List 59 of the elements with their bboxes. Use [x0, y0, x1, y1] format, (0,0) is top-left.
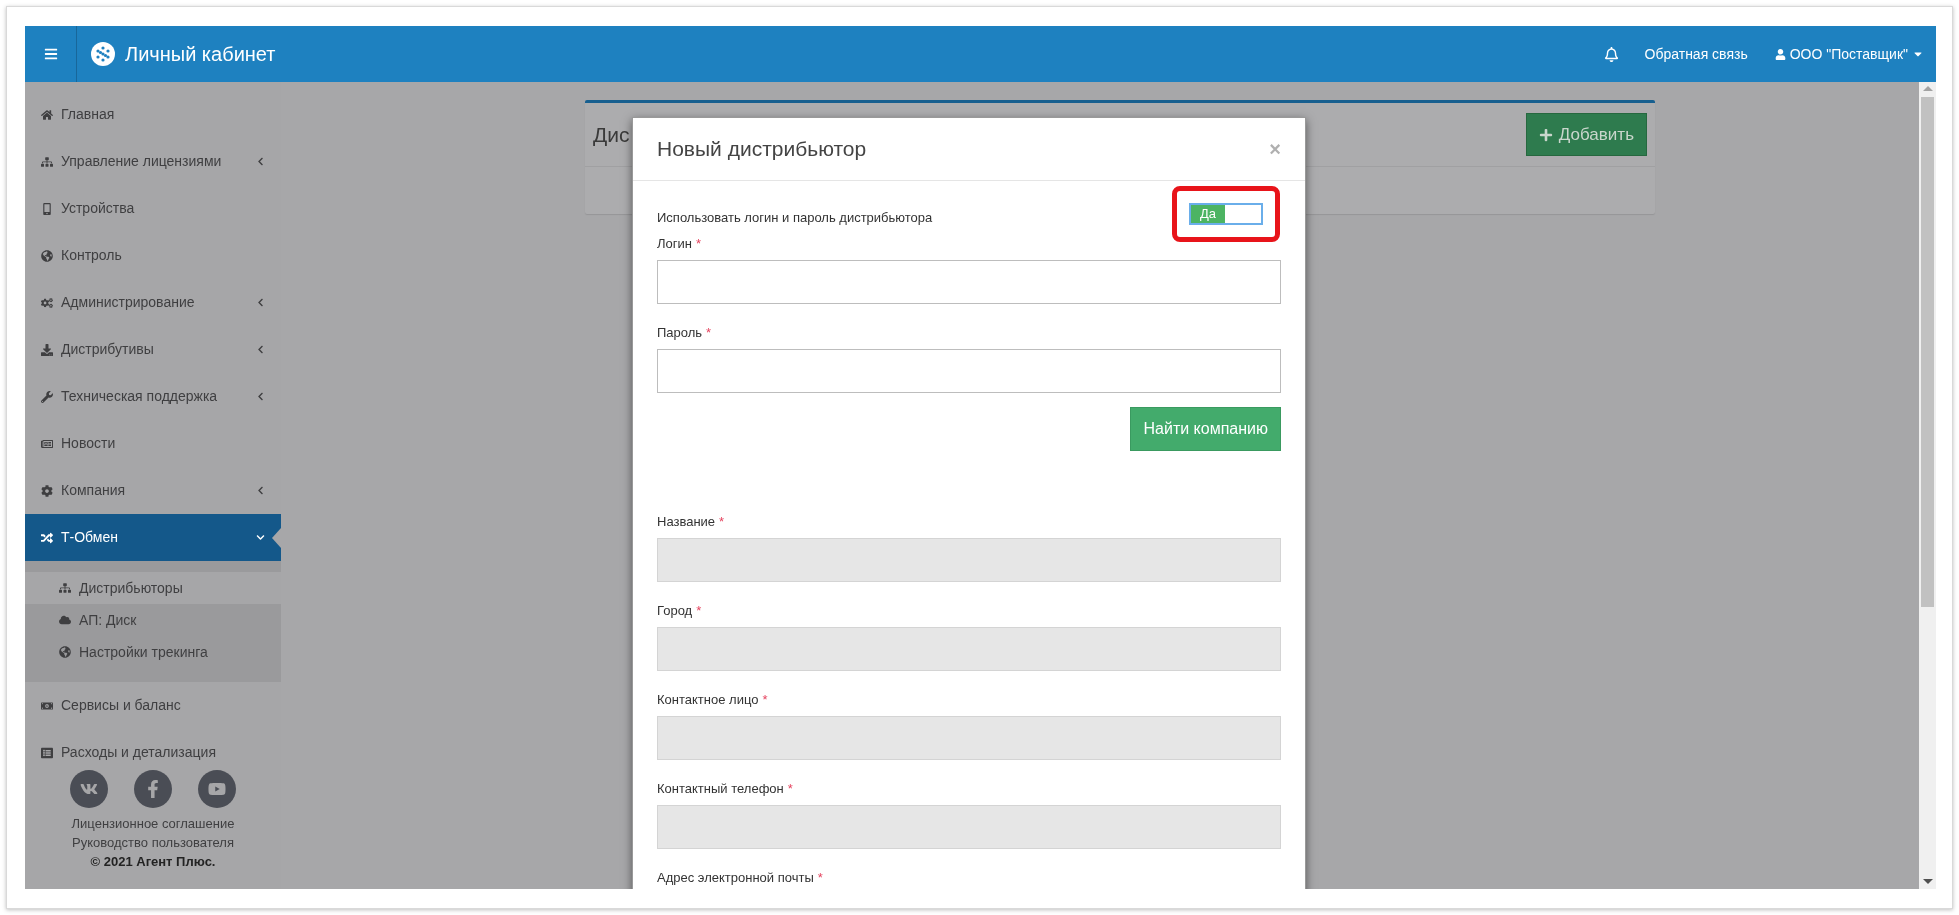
field-label: Название *: [657, 514, 725, 529]
youtube-icon[interactable]: [198, 770, 236, 808]
sidebar-item[interactable]: Сервисы и баланс: [25, 682, 281, 729]
field-label: Город *: [657, 603, 702, 618]
sidebar-item[interactable]: Устройства: [25, 185, 281, 232]
gear-icon: [41, 484, 53, 497]
sidebar-item[interactable]: Контроль: [25, 232, 281, 279]
cloud-icon: [59, 614, 71, 626]
sidebar-item[interactable]: Т-Обмен: [25, 514, 281, 561]
plus-icon: [1538, 127, 1553, 142]
hierarchy-icon: [41, 155, 53, 168]
banknote-icon: [41, 699, 53, 712]
globe-icon: [41, 249, 53, 262]
menu-icon: [43, 47, 58, 61]
copyright: © 2021 Агент Плюс.: [90, 853, 216, 871]
phone-icon: [41, 202, 53, 215]
globe-icon: [59, 646, 71, 658]
toggle-switch[interactable]: Да: [1189, 203, 1263, 225]
footer-link[interactable]: Руководство пользователя: [72, 833, 234, 852]
user-icon: [1774, 48, 1786, 60]
text-field[interactable]: [657, 260, 1281, 304]
footer-link[interactable]: Лицензионное соглашение: [71, 814, 235, 833]
logo-icon: [91, 42, 115, 66]
field-label: Логин *: [657, 236, 701, 251]
facebook-icon[interactable]: [134, 770, 172, 808]
newspaper-icon: [41, 437, 53, 450]
list-icon: [41, 746, 53, 759]
sidebar-item[interactable]: Расходы и детализация: [25, 729, 281, 776]
sidebar-item[interactable]: Техническая поддержка: [25, 373, 281, 420]
add-button[interactable]: Добавить: [1525, 113, 1647, 156]
text-field[interactable]: [657, 349, 1281, 393]
gears-icon: [41, 296, 53, 309]
submenu-item[interactable]: Настройки трекинга: [25, 636, 281, 668]
field-label: Контактное лицо *: [657, 692, 768, 707]
app-title: Личный кабинет: [125, 42, 276, 67]
submenu-item[interactable]: АП: Диск: [25, 604, 281, 636]
download-icon: [41, 343, 53, 356]
vk-icon[interactable]: [70, 770, 108, 808]
feedback-link[interactable]: Обратная связь: [1644, 43, 1748, 65]
sidebar-item[interactable]: Новости: [25, 420, 281, 467]
sidebar-item[interactable]: Компания: [25, 467, 281, 514]
field-label: Контактный телефон *: [657, 781, 793, 796]
sidebar-item[interactable]: Главная: [25, 91, 281, 138]
toggle-label: Использовать логин и пароль дистрибьютора: [657, 209, 933, 228]
card-title: Дис: [593, 124, 630, 145]
sidebar-item[interactable]: Дистрибутивы: [25, 326, 281, 373]
bell-icon[interactable]: [1603, 46, 1619, 62]
sidebar-item[interactable]: Управление лицензиями: [25, 138, 281, 185]
field-label: Пароль *: [657, 325, 712, 340]
wrench-icon: [41, 390, 53, 403]
submenu-item[interactable]: Дистрибьюторы: [25, 572, 281, 604]
find-company-button[interactable]: Найти компанию: [1130, 407, 1281, 451]
field-label: Адрес электронной почты *: [657, 870, 823, 885]
hierarchy-icon: [59, 582, 71, 594]
user-menu[interactable]: ООО "Поставщик": [1774, 43, 1924, 65]
modal-title: Новый дистрибьютор: [657, 136, 868, 163]
sidebar-item[interactable]: Администрирование: [25, 279, 281, 326]
home-icon: [41, 108, 53, 121]
shuffle-icon: [41, 531, 53, 544]
